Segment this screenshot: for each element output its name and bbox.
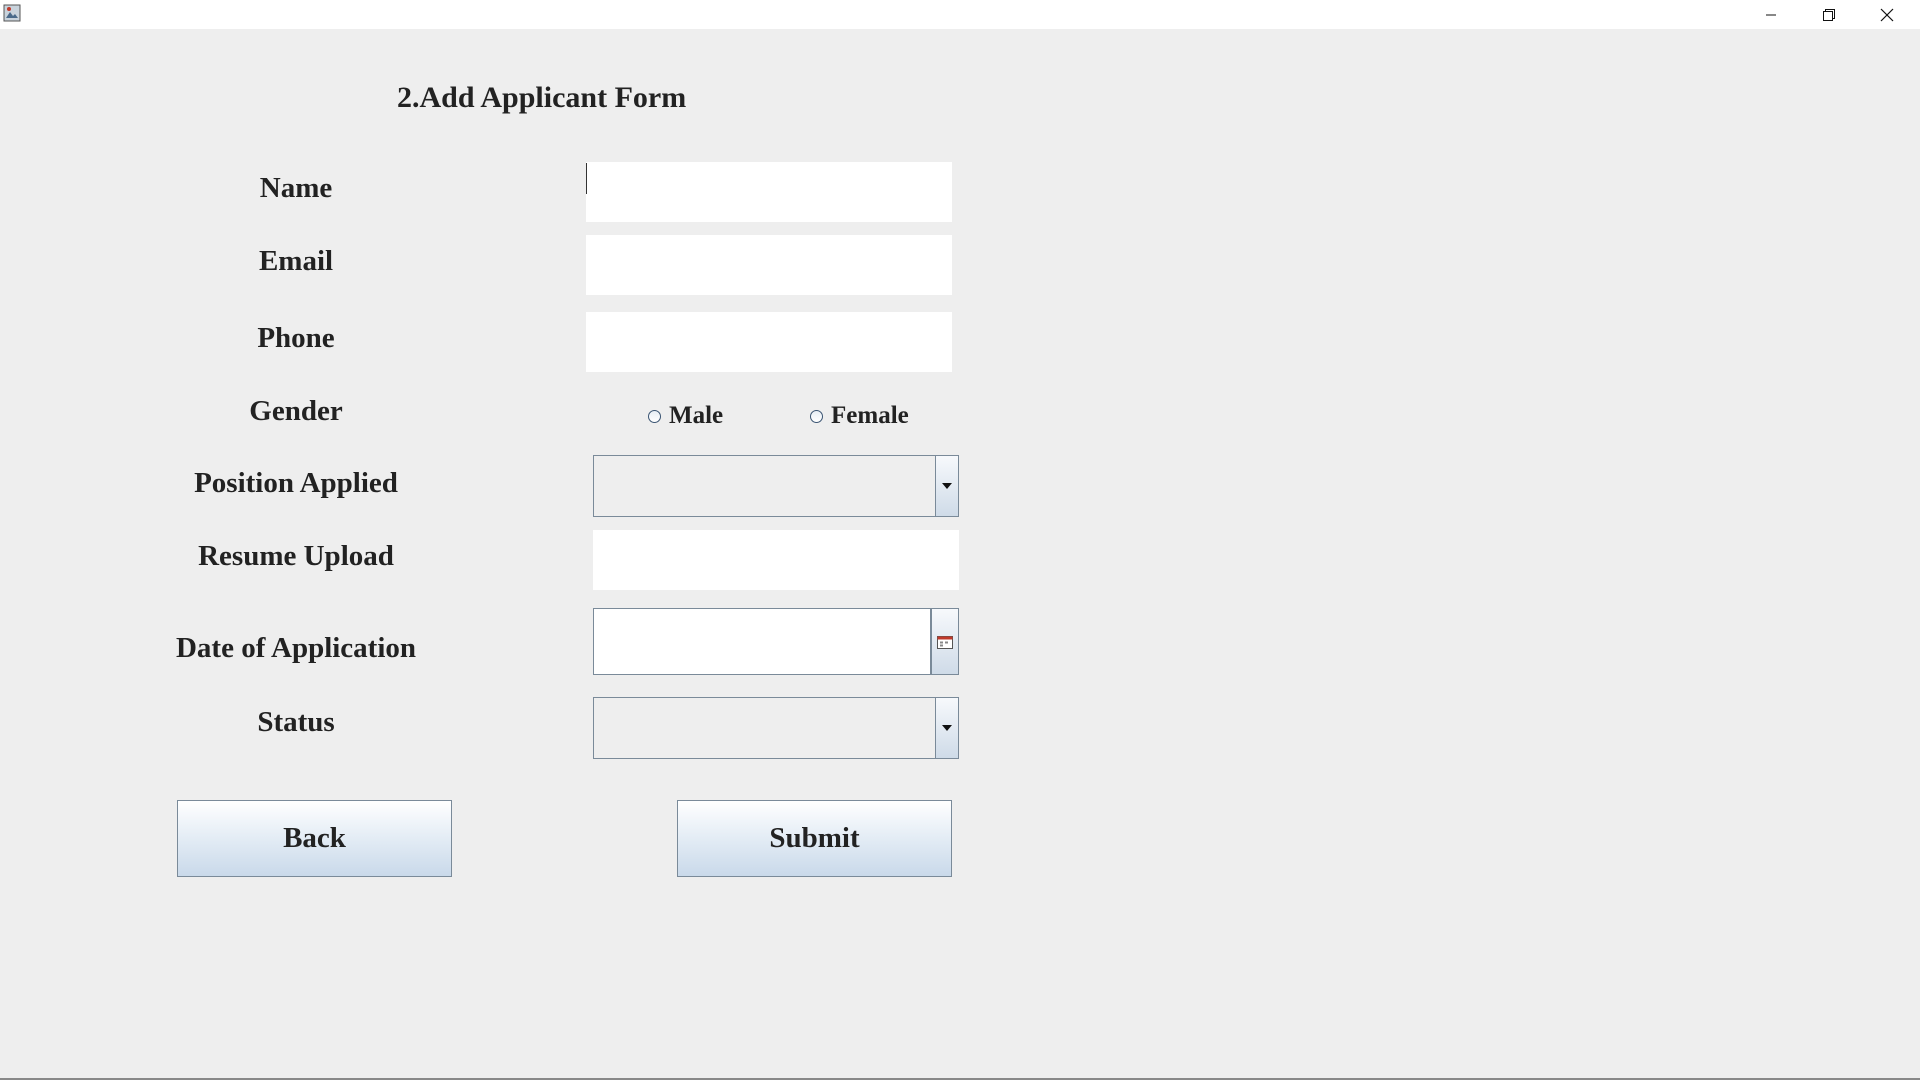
email-label: Email [258, 245, 334, 277]
resume-upload-field[interactable] [593, 530, 959, 590]
application-window: 2.Add Applicant Form Name Email Phone Ge… [0, 0, 1920, 1080]
email-field[interactable] [586, 235, 952, 295]
status-selected-value [594, 698, 935, 758]
restore-button[interactable] [1800, 0, 1858, 29]
name-field[interactable] [586, 162, 952, 222]
position-dropdown[interactable] [593, 455, 959, 517]
close-icon [1880, 8, 1894, 21]
chevron-down-icon [942, 725, 952, 731]
male-radio[interactable] [648, 409, 661, 423]
date-picker-button[interactable] [931, 608, 959, 675]
back-button[interactable]: Back [177, 800, 452, 877]
submit-button[interactable]: Submit [677, 800, 952, 877]
gender-male-option[interactable]: Male [648, 401, 723, 431]
close-button[interactable] [1858, 0, 1916, 29]
calendar-icon [937, 635, 953, 649]
status-dropdown[interactable] [593, 697, 959, 759]
female-radio-label: Female [831, 402, 909, 429]
position-label: Position Applied [194, 467, 398, 499]
gender-female-option[interactable]: Female [810, 401, 909, 431]
male-radio-label: Male [669, 402, 724, 429]
title-bar [0, 0, 1920, 29]
date-label: Date of Application [175, 632, 417, 664]
phone-label: Phone [257, 322, 335, 354]
restore-icon [1823, 8, 1835, 21]
minimize-icon [1766, 14, 1776, 15]
status-dropdown-arrow[interactable] [935, 698, 958, 758]
name-label: Name [259, 172, 333, 204]
form-panel: 2.Add Applicant Form Name Email Phone Ge… [0, 29, 1920, 1078]
date-field[interactable] [593, 608, 931, 675]
phone-field[interactable] [586, 312, 952, 372]
position-selected-value [594, 456, 935, 516]
minimize-button[interactable] [1742, 0, 1800, 29]
gender-label: Gender [249, 395, 343, 427]
app-icon [3, 4, 21, 22]
female-radio[interactable] [810, 409, 823, 423]
text-caret [586, 163, 587, 194]
position-dropdown-arrow[interactable] [935, 456, 958, 516]
form-title: 2.Add Applicant Form [397, 81, 687, 114]
status-label: Status [257, 706, 335, 738]
resume-label: Resume Upload [198, 540, 394, 572]
chevron-down-icon [942, 483, 952, 489]
